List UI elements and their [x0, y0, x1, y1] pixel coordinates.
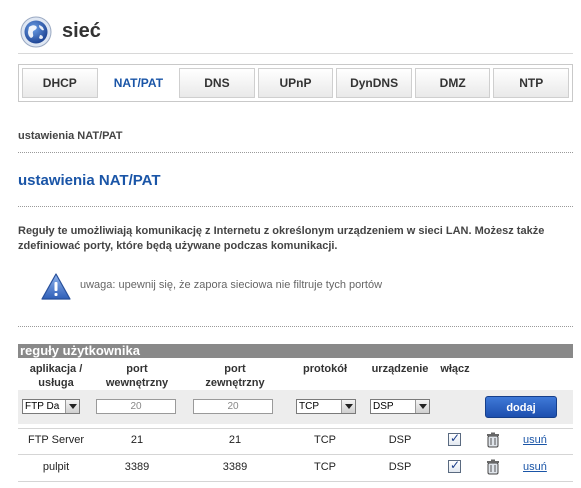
tab-upnp[interactable]: UPnP: [257, 68, 334, 98]
chevron-down-icon: [415, 400, 429, 413]
column-header-external-line1: port: [224, 363, 246, 375]
row-device: DSP: [388, 434, 412, 446]
column-header-device: urządzenie: [371, 363, 429, 375]
row-device: DSP: [388, 461, 412, 473]
page-header: sieć: [18, 14, 573, 54]
tab-bar: DHCP NAT/PAT DNS UPnP DynDNS DMZ NTP: [18, 64, 573, 102]
warning-icon: [41, 273, 71, 300]
device-select-value: DSP: [373, 401, 394, 412]
rules-header: reguły użytkownika: [18, 344, 573, 358]
column-header-internal-line2: wewnętrzny: [105, 377, 169, 389]
application-select-value: FTP Da: [25, 401, 60, 412]
column-header-internal-line1: port: [126, 363, 148, 375]
row-application: pulpit: [42, 461, 70, 473]
row-divider: [18, 481, 573, 482]
row-external-port: 3389: [222, 461, 248, 473]
column-header-external-line2: zewnętrzny: [205, 377, 265, 389]
breadcrumb: ustawienia NAT/PAT: [18, 130, 123, 142]
trash-icon[interactable]: [486, 432, 500, 448]
external-port-input[interactable]: 20: [193, 399, 273, 414]
protocol-select-value: TCP: [299, 401, 319, 412]
divider: [18, 326, 573, 327]
column-header-app: aplikacja / usługa: [18, 362, 94, 390]
row-external-port: 21: [228, 434, 242, 446]
chevron-down-icon: [65, 400, 79, 413]
internal-port-input[interactable]: 20: [96, 399, 176, 414]
row-divider: [18, 454, 573, 455]
column-header-internal-port: port wewnętrzny: [94, 362, 180, 390]
globe-icon: [20, 16, 52, 48]
delete-rule-link[interactable]: usuń: [523, 461, 547, 473]
tab-dhcp[interactable]: DHCP: [22, 68, 98, 98]
divider: [18, 206, 573, 207]
row-divider: [18, 428, 573, 429]
column-header-protocol: protokół: [303, 363, 347, 375]
row-internal-port: 21: [130, 434, 144, 446]
chevron-down-icon: [341, 400, 355, 413]
enable-checkbox[interactable]: [448, 458, 461, 473]
column-header-app-line2: usługa: [38, 377, 74, 389]
application-select[interactable]: FTP Da: [22, 399, 80, 414]
trash-icon[interactable]: [486, 459, 500, 475]
row-application: FTP Server: [27, 434, 85, 446]
app-title: sieć: [62, 20, 101, 42]
add-rule-button[interactable]: dodaj: [485, 396, 557, 418]
device-select[interactable]: DSP: [370, 399, 430, 414]
delete-rule-link[interactable]: usuń: [523, 434, 547, 446]
tab-nat-pat[interactable]: NAT/PAT: [100, 68, 177, 98]
tab-dyndns[interactable]: DynDNS: [336, 68, 412, 98]
tab-ntp[interactable]: NTP: [493, 68, 570, 98]
description-text: Reguły te umożliwiają komunikację z Inte…: [18, 225, 545, 252]
enable-checkbox[interactable]: [448, 431, 461, 446]
protocol-select[interactable]: TCP: [296, 399, 356, 414]
column-header-enable: włącz: [440, 363, 470, 375]
column-header-external-port: port zewnętrzny: [188, 362, 282, 390]
row-protocol: TCP: [314, 461, 336, 473]
tab-dns[interactable]: DNS: [179, 68, 255, 98]
tab-dmz[interactable]: DMZ: [414, 68, 491, 98]
divider: [18, 152, 573, 153]
row-internal-port: 3389: [124, 461, 150, 473]
column-header-app-line1: aplikacja /: [29, 363, 83, 375]
page-title: ustawienia NAT/PAT: [18, 172, 161, 189]
warning-text: uwaga: upewnij się, że zapora sieciowa n…: [80, 279, 383, 291]
row-protocol: TCP: [314, 434, 336, 446]
